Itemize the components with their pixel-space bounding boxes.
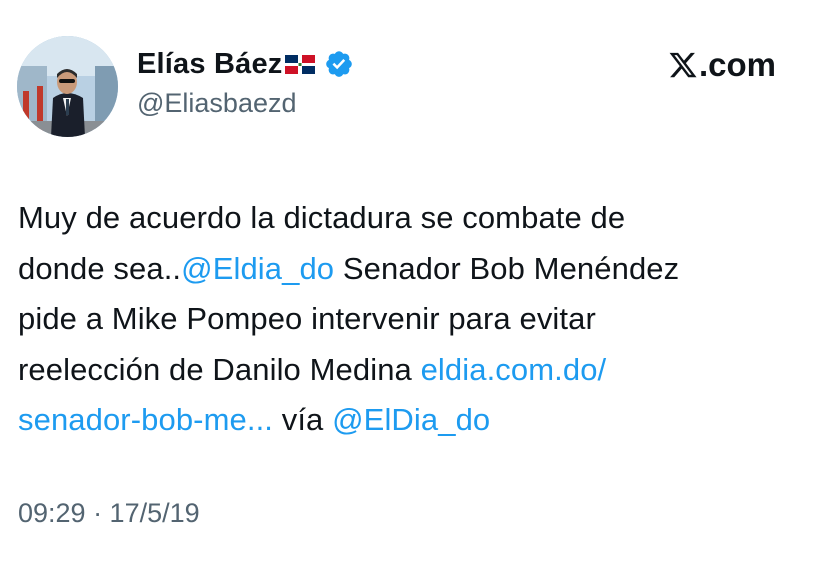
mention-link-eldia-2[interactable]: @ElDia_do (332, 402, 490, 437)
article-url-link[interactable]: eldia.com.do/ (421, 352, 607, 387)
tweet-line: donde sea..@Eldia_do Senador Bob Menénde… (18, 244, 818, 295)
tweet-line: reelección de Danilo Medina eldia.com.do… (18, 345, 818, 396)
tweet-timestamp[interactable]: 09:29 · 17/5/19 (18, 498, 200, 529)
tweet-line: Muy de acuerdo la dictadura se combate d… (18, 193, 818, 244)
tweet-text-segment: Muy de acuerdo la dictadura se combate d… (18, 200, 626, 235)
author-handle[interactable]: @Eliasbaezd (137, 88, 297, 119)
author-display-name[interactable]: Elías Báez (137, 48, 282, 81)
article-url-link-continued[interactable]: senador-bob-me... (18, 402, 273, 437)
tweet-text-segment: donde sea.. (18, 250, 182, 286)
tweet-text-segment: reelección de Danilo Medina (18, 351, 421, 387)
tweet-text-segment: pide a Mike Pompeo intervenir para evita… (18, 301, 596, 336)
tweet-text-segment: Senador Bob Menéndez (334, 250, 680, 286)
tweet-line: senador-bob-me... vía @ElDia_do (18, 395, 818, 446)
tweet-line: pide a Mike Pompeo intervenir para evita… (18, 294, 818, 345)
dominican-republic-flag-icon (285, 54, 316, 74)
x-brand-text: .com (699, 46, 777, 83)
avatar[interactable] (17, 36, 118, 137)
tweet-text: Muy de acuerdo la dictadura se combate d… (18, 193, 818, 446)
x-logo-icon (668, 50, 698, 80)
mention-link-eldia[interactable]: @Eldia_do (181, 251, 334, 286)
x-brand-logo: .com (668, 45, 776, 85)
tweet-text-segment: vía (273, 402, 333, 437)
verified-badge-icon (324, 49, 354, 79)
author-name-row: Elías Báez (137, 44, 354, 84)
